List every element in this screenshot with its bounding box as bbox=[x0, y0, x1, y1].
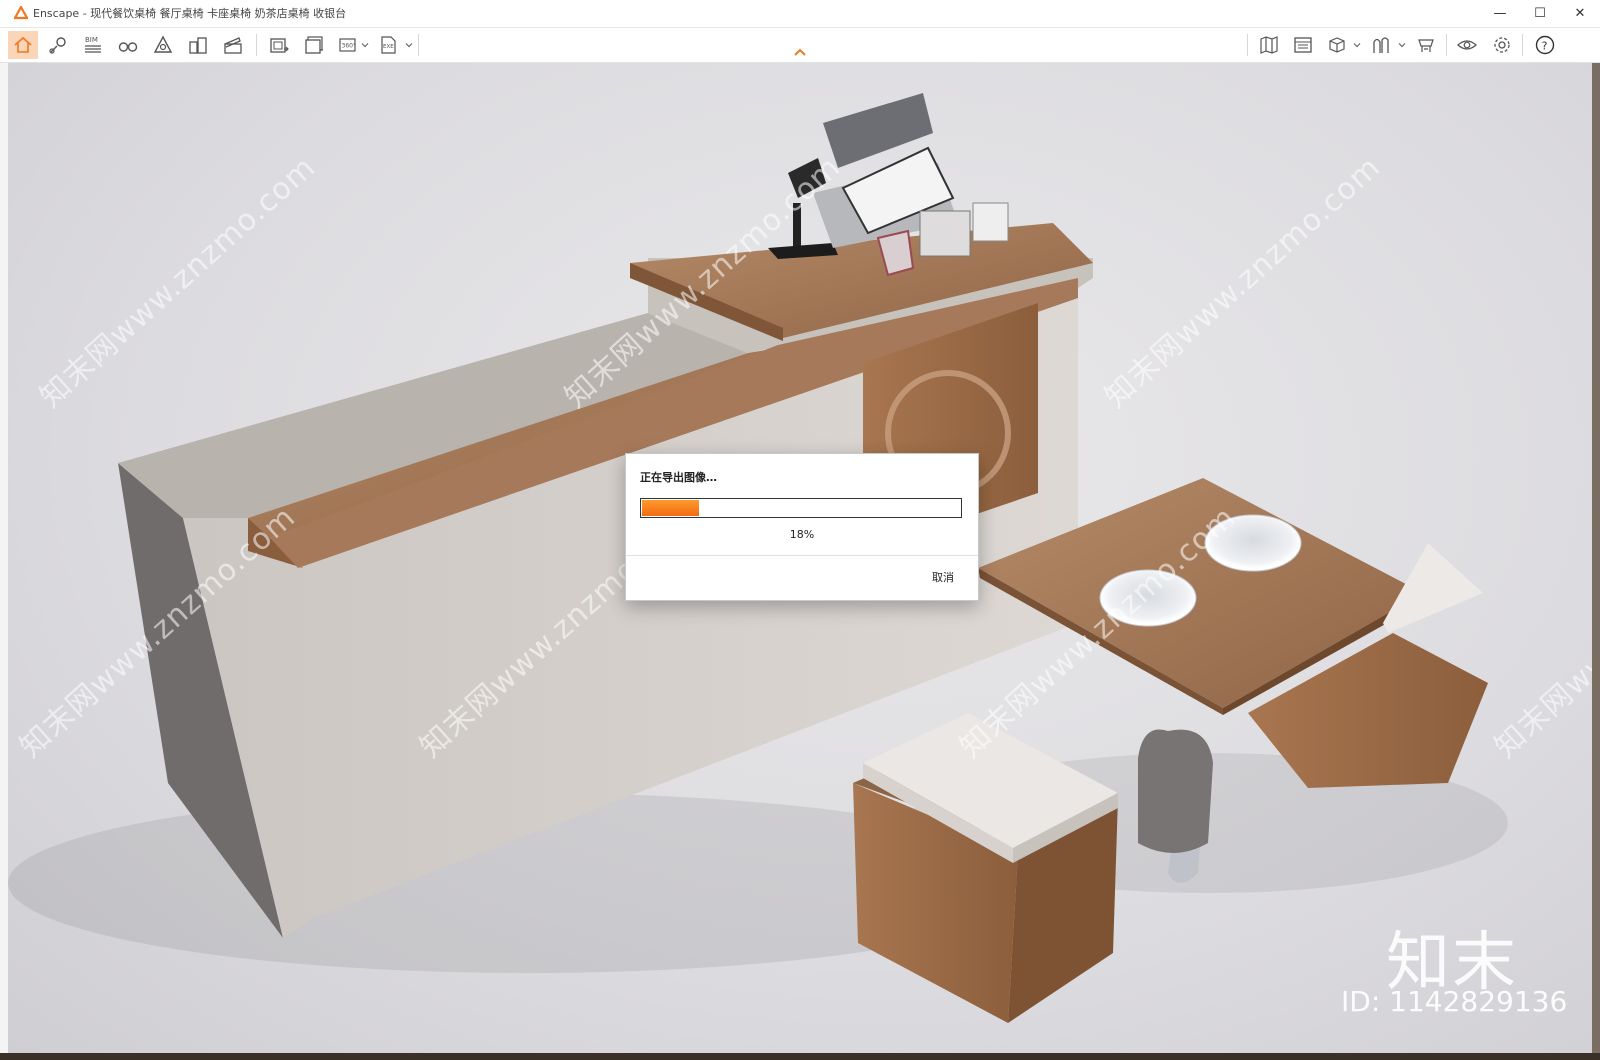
chevron-down-icon[interactable] bbox=[405, 41, 413, 49]
binoculars-button[interactable] bbox=[113, 31, 143, 59]
toolbar: BIM 360° EXE ? bbox=[0, 28, 1600, 63]
dialog-divider bbox=[626, 555, 978, 556]
clapperboard-icon bbox=[224, 37, 242, 54]
maximize-button[interactable]: ☐ bbox=[1520, 0, 1560, 27]
batch-render-button[interactable] bbox=[299, 31, 329, 59]
close-button[interactable]: ✕ bbox=[1560, 0, 1600, 27]
export-exe-icon: EXE bbox=[381, 36, 396, 54]
help-button[interactable]: ? bbox=[1530, 31, 1560, 59]
svg-text:BIM: BIM bbox=[85, 36, 98, 44]
home-button[interactable] bbox=[8, 31, 38, 59]
views-icon bbox=[1329, 37, 1345, 53]
visual-settings-button[interactable] bbox=[1411, 31, 1441, 59]
atmosphere-button[interactable] bbox=[1366, 31, 1396, 59]
atmosphere-icon bbox=[1373, 37, 1389, 53]
video-editor-button[interactable] bbox=[218, 31, 248, 59]
visual-settings-icon bbox=[1418, 39, 1434, 52]
views-button[interactable] bbox=[1322, 31, 1352, 59]
panorama-360-icon: 360° bbox=[339, 38, 356, 52]
panorama-button[interactable]: 360° bbox=[334, 31, 364, 59]
toolbar-divider bbox=[1446, 34, 1447, 56]
vr-headset-button[interactable] bbox=[1452, 31, 1482, 59]
buildings-button[interactable] bbox=[183, 31, 213, 59]
viewport-left-border bbox=[0, 63, 8, 1053]
viewport-right-border bbox=[1592, 63, 1600, 1053]
minimize-icon: — bbox=[1493, 6, 1507, 21]
general-settings-icon bbox=[1494, 37, 1510, 53]
minimize-button[interactable]: — bbox=[1480, 0, 1520, 27]
export-progress-bar bbox=[640, 498, 962, 518]
svg-text:EXE: EXE bbox=[383, 44, 394, 50]
window-title: Enscape - 现代餐饮桌椅 餐厅桌椅 卡座桌椅 奶茶店桌椅 收银台 bbox=[33, 7, 347, 20]
collapse-toolbar-icon[interactable] bbox=[792, 47, 808, 57]
bim-button[interactable]: BIM bbox=[78, 31, 108, 59]
chevron-down-icon[interactable] bbox=[1398, 41, 1406, 49]
location-icon bbox=[49, 37, 66, 54]
help-icon: ? bbox=[1535, 35, 1555, 55]
brand-id: ID: 1142829136 bbox=[1341, 985, 1568, 1018]
title-bar: Enscape - 现代餐饮桌椅 餐厅桌椅 卡座桌椅 奶茶店桌椅 收银台 — ☐… bbox=[0, 0, 1600, 28]
export-exe-button[interactable]: EXE bbox=[374, 31, 404, 59]
batch-render-icon bbox=[305, 36, 323, 54]
screenshot-icon bbox=[270, 38, 289, 53]
location-button[interactable] bbox=[43, 31, 73, 59]
progress-fill bbox=[642, 500, 699, 516]
chevron-down-icon[interactable] bbox=[1353, 41, 1361, 49]
perspective-button[interactable] bbox=[148, 31, 178, 59]
screenshot-button[interactable] bbox=[264, 31, 294, 59]
export-progress-dialog: 正在导出图像… 18% 取消 bbox=[625, 453, 979, 601]
bim-icon: BIM bbox=[85, 36, 101, 53]
asset-library-button[interactable] bbox=[1254, 31, 1284, 59]
maximize-icon: ☐ bbox=[1534, 6, 1546, 21]
toolbar-divider bbox=[418, 34, 419, 56]
enscape-logo-icon bbox=[14, 6, 28, 20]
toolbar-divider bbox=[256, 34, 257, 56]
asset-library-icon bbox=[1260, 36, 1278, 54]
front-stool bbox=[853, 713, 1118, 1023]
svg-text:360°: 360° bbox=[342, 43, 356, 50]
taskbar-strip bbox=[0, 1053, 1600, 1060]
toolbar-divider bbox=[1522, 34, 1523, 56]
general-settings-button[interactable] bbox=[1487, 31, 1517, 59]
chevron-down-icon[interactable] bbox=[361, 41, 369, 49]
close-icon: ✕ bbox=[1574, 6, 1586, 21]
binoculars-icon bbox=[118, 42, 138, 52]
dialog-title: 正在导出图像… bbox=[640, 471, 717, 484]
material-editor-button[interactable] bbox=[1288, 31, 1318, 59]
svg-text:?: ? bbox=[1542, 39, 1548, 52]
material-editor-icon bbox=[1294, 37, 1312, 53]
perspective-icon bbox=[153, 35, 173, 53]
home-icon bbox=[14, 36, 32, 53]
toolbar-divider bbox=[1247, 34, 1248, 56]
progress-percent-label: 18% bbox=[789, 528, 815, 541]
buildings-icon bbox=[189, 37, 207, 54]
cancel-button[interactable]: 取消 bbox=[932, 569, 954, 585]
vr-headset-icon bbox=[1457, 40, 1477, 50]
